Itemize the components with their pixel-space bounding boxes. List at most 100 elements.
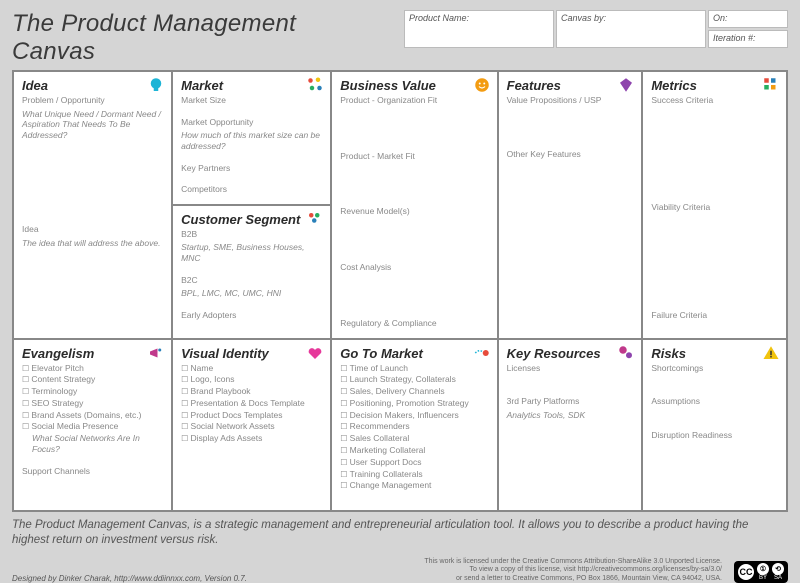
keyres-l2: 3rd Party Platforms [507, 396, 634, 407]
cell-metrics: Metrics Success Criteria Viability Crite… [642, 71, 787, 339]
cell-go-to-market: Go To Market Time of LaunchLaunch Strate… [331, 339, 497, 512]
list-item: Brand Assets (Domains, etc.) [22, 410, 163, 422]
cell-features: Features Value Propositions / USP Other … [498, 71, 643, 339]
globe-dots-icon [306, 76, 324, 94]
map-pin-icon [473, 344, 491, 362]
market-title: Market [181, 78, 322, 93]
cell-evangelism: Evangelism Elevator PitchContent Strateg… [13, 339, 172, 512]
evangelism-title: Evangelism [22, 346, 163, 361]
idea-l1s: What Unique Need / Dormant Need / Aspira… [22, 109, 163, 141]
list-item: Positioning, Promotion Strategy [340, 398, 488, 410]
cell-risks: Risks Shortcomings Assumptions Disruptio… [642, 339, 787, 512]
idea-title: Idea [22, 78, 163, 93]
market-l4: Competitors [181, 184, 322, 195]
risks-l2: Assumptions [651, 396, 778, 407]
evangelism-l2: Support Channels [22, 466, 163, 477]
market-l2: Market Opportunity [181, 117, 322, 128]
idea-l2: Idea [22, 224, 163, 235]
market-l1: Market Size [181, 95, 322, 106]
bizval-l5: Regulatory & Compliance [340, 318, 488, 329]
gears-icon [617, 344, 635, 362]
heart-icon [306, 344, 324, 362]
customer-l2s: BPL, LMC, MC, UMC, HNI [181, 288, 322, 299]
risks-title: Risks [651, 346, 778, 361]
author-credit: Designed by Dinker Charak, http://www.dd… [12, 574, 247, 583]
grid-squares-icon [762, 76, 780, 94]
page-title: The Product Management Canvas [12, 10, 386, 66]
market-l2s: How much of this market size can be addr… [181, 130, 322, 151]
list-item: Presentation & Docs Template [181, 398, 322, 410]
list-item: Time of Launch [340, 363, 488, 375]
cell-key-resources: Key Resources Licenses 3rd Party Platfor… [498, 339, 643, 512]
list-item: Name [181, 363, 322, 375]
list-item: Social Network Assets [181, 421, 322, 433]
risks-l3: Disruption Readiness [651, 430, 778, 441]
list-item: Product Docs Templates [181, 410, 322, 422]
visual-list: NameLogo, IconsBrand PlaybookPresentatio… [181, 363, 322, 446]
iteration-field[interactable]: Iteration #: [708, 30, 788, 48]
keyres-l2s: Analytics Tools, SDK [507, 410, 634, 421]
risks-l1: Shortcomings [651, 363, 778, 374]
customer-l3: Early Adopters [181, 310, 322, 321]
list-item: Social Media Presence [22, 421, 163, 433]
metrics-l2: Viability Criteria [651, 202, 778, 213]
list-item: Content Strategy [22, 374, 163, 386]
idea-l2s: The idea that will address the above. [22, 238, 163, 249]
smiley-icon [473, 76, 491, 94]
cell-idea: Idea Problem / Opportunity What Unique N… [13, 71, 172, 339]
keyres-title: Key Resources [507, 346, 634, 361]
list-item: User Support Docs [340, 457, 488, 469]
cc-by-sa-icon: CC ①BY ⟲SA [734, 561, 788, 583]
list-item: Marketing Collateral [340, 445, 488, 457]
gtm-list: Time of LaunchLaunch Strategy, Collatera… [340, 363, 488, 493]
metrics-l1: Success Criteria [651, 95, 778, 106]
list-item: Terminology [22, 386, 163, 398]
list-item: SEO Strategy [22, 398, 163, 410]
features-l1: Value Propositions / USP [507, 95, 634, 106]
gtm-title: Go To Market [340, 346, 488, 361]
features-title: Features [507, 78, 634, 93]
list-item: Training Collaterals [340, 469, 488, 481]
bizval-l1: Product - Organization Fit [340, 95, 488, 106]
customer-l2: B2C [181, 275, 322, 286]
list-item: Decision Makers, Influencers [340, 410, 488, 422]
bizval-l2: Product - Market Fit [340, 151, 488, 162]
canvas-by-field[interactable]: Canvas by: [556, 10, 706, 48]
meta-fields: Product Name: Canvas by: On: Iteration #… [404, 10, 788, 48]
license-text: This work is licensed under the Creative… [424, 558, 722, 583]
cell-visual-identity: Visual Identity NameLogo, IconsBrand Pla… [172, 339, 331, 512]
list-item: Logo, Icons [181, 374, 322, 386]
list-item: Display Ads Assets [181, 433, 322, 445]
cell-business-value: Business Value Product - Organization Fi… [331, 71, 497, 339]
bizval-l3: Revenue Model(s) [340, 206, 488, 217]
market-l3: Key Partners [181, 163, 322, 174]
list-item: Sales, Delivery Channels [340, 386, 488, 398]
cell-customer-segment: Customer Segment B2B Startup, SME, Busin… [172, 205, 331, 339]
list-item: Recommenders [340, 421, 488, 433]
keyres-l1: Licenses [507, 363, 634, 374]
customer-l1s: Startup, SME, Business Houses, MNC [181, 242, 322, 263]
warning-icon [762, 344, 780, 362]
metrics-title: Metrics [651, 78, 778, 93]
features-l2: Other Key Features [507, 149, 634, 160]
footer-description: The Product Management Canvas, is a stra… [12, 518, 788, 548]
list-item: Launch Strategy, Collaterals [340, 374, 488, 386]
people-icon [306, 210, 324, 228]
metrics-l3: Failure Criteria [651, 310, 778, 321]
customer-title: Customer Segment [181, 212, 322, 227]
list-item: Sales Collateral [340, 433, 488, 445]
bizval-title: Business Value [340, 78, 488, 93]
diamond-icon [617, 76, 635, 94]
bizval-l4: Cost Analysis [340, 262, 488, 273]
canvas-grid: Idea Problem / Opportunity What Unique N… [12, 70, 788, 512]
evangelism-list: Elevator PitchContent StrategyTerminolog… [22, 363, 163, 434]
list-item: Brand Playbook [181, 386, 322, 398]
list-item: Elevator Pitch [22, 363, 163, 375]
on-field[interactable]: On: [708, 10, 788, 28]
product-name-field[interactable]: Product Name: [404, 10, 554, 48]
list-item: Change Management [340, 480, 488, 492]
evangelism-note: What Social Networks Are In Focus? [22, 433, 163, 454]
lightbulb-icon [147, 76, 165, 94]
cell-market: Market Market Size Market Opportunity Ho… [172, 71, 331, 205]
customer-l1: B2B [181, 229, 322, 240]
